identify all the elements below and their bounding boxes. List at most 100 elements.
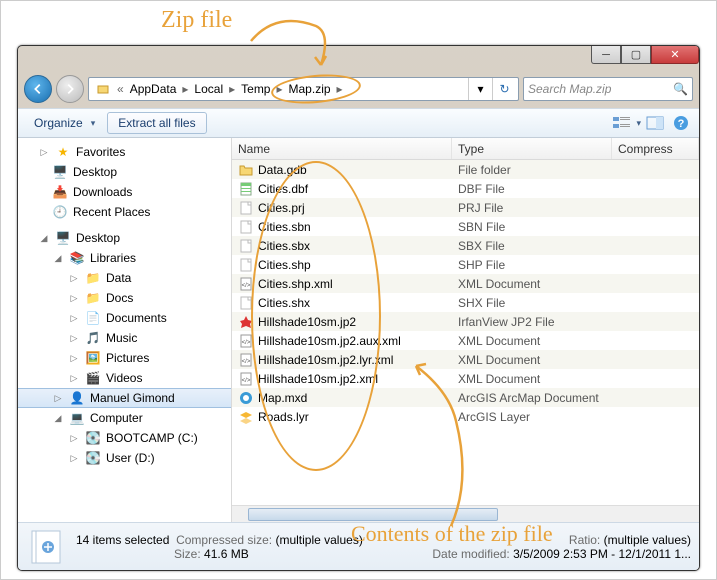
file-type: SHX File: [452, 296, 612, 310]
file-row[interactable]: Cities.sbnSBN File: [232, 217, 699, 236]
horizontal-scrollbar[interactable]: [232, 505, 699, 522]
file-name: Hillshade10sm.jp2.aux.xml: [258, 334, 401, 348]
nav-lib-data[interactable]: ▷📁Data: [18, 268, 231, 288]
nav-lib-videos[interactable]: ▷🎬Videos: [18, 368, 231, 388]
nav-fav-desktop[interactable]: 🖥️Desktop: [18, 162, 231, 182]
nav-drive-c[interactable]: ▷💽BOOTCAMP (C:): [18, 428, 231, 448]
file-icon: [238, 219, 254, 235]
file-type: ArcGIS Layer: [452, 410, 612, 424]
file-type: SBN File: [452, 220, 612, 234]
file-name: Cities.dbf: [258, 182, 308, 196]
file-row[interactable]: Cities.dbf DBF File: [232, 179, 699, 198]
nav-fav-downloads[interactable]: 📥Downloads: [18, 182, 231, 202]
details-date-label: Date modified:: [432, 547, 509, 561]
nav-favorites[interactable]: ▷★Favorites: [18, 142, 231, 162]
file-row[interactable]: Cities.sbxSBX File: [232, 236, 699, 255]
view-options-button[interactable]: [610, 111, 634, 135]
search-input[interactable]: Search Map.zip 🔍: [523, 77, 693, 101]
crumb-temp[interactable]: Temp: [237, 78, 274, 100]
explorer-window: ─ ▢ ✕ « AppData▸ Local▸ Temp▸ Map.zip▸ ▾…: [17, 45, 700, 571]
file-icon: [238, 181, 254, 197]
refresh-button[interactable]: ↻: [492, 77, 516, 101]
file-icon: [238, 409, 254, 425]
address-bar[interactable]: « AppData▸ Local▸ Temp▸ Map.zip▸ ▾ ↻: [88, 77, 519, 101]
file-row[interactable]: Map.mxd ArcGIS ArcMap Document: [232, 388, 699, 407]
file-row[interactable]: </>Cities.shp.xmlXML Document: [232, 274, 699, 293]
file-row[interactable]: Roads.lyrArcGIS Layer: [232, 407, 699, 426]
nav-lib-music[interactable]: ▷🎵Music: [18, 328, 231, 348]
col-name[interactable]: Name: [232, 138, 452, 159]
file-row[interactable]: Cities.prjPRJ File: [232, 198, 699, 217]
body: ▷★Favorites 🖥️Desktop 📥Downloads 🕘Recent…: [18, 138, 699, 522]
file-name: Cities.sbx: [258, 239, 310, 253]
file-type: SHP File: [452, 258, 612, 272]
nav-desktop[interactable]: ◢🖥️Desktop: [18, 228, 231, 248]
close-button[interactable]: ✕: [651, 46, 699, 64]
file-type: ArcGIS ArcMap Document: [452, 391, 612, 405]
svg-text:</>: </>: [242, 340, 251, 346]
search-icon: 🔍: [673, 82, 688, 96]
column-headers: Name Type Compress: [232, 138, 699, 160]
nav-lib-pictures[interactable]: ▷🖼️Pictures: [18, 348, 231, 368]
nav-user[interactable]: ▷👤Manuel Gimond: [18, 388, 231, 408]
crumb-appdata[interactable]: AppData: [126, 78, 181, 100]
file-list: Data.gdbFile folderCities.dbfDBF FileCit…: [232, 160, 699, 505]
file-type: XML Document: [452, 372, 612, 386]
back-button[interactable]: [24, 75, 52, 103]
forward-button[interactable]: [56, 75, 84, 103]
col-type[interactable]: Type: [452, 138, 612, 159]
annotation-zip-file: Zip file: [161, 7, 232, 34]
nav-drive-d[interactable]: ▷💽User (D:): [18, 448, 231, 468]
file-icon: </>: [238, 333, 254, 349]
file-row[interactable]: Hillshade10sm.jp2 IrfanView JP2 File: [232, 312, 699, 331]
toolbar: Organize Extract all files ▾ ?: [18, 108, 699, 138]
nav-lib-documents[interactable]: ▷📄Documents: [18, 308, 231, 328]
details-compsize-label: Compressed size:: [176, 533, 272, 547]
nav-lib-docs[interactable]: ▷📁Docs: [18, 288, 231, 308]
details-size-label: Size:: [174, 547, 201, 561]
file-name: Cities.shp: [258, 258, 311, 272]
search-placeholder: Search Map.zip: [528, 82, 611, 96]
svg-text:</>: </>: [242, 378, 251, 384]
help-button[interactable]: ?: [669, 111, 693, 135]
details-pane: 14 items selected Compressed size: (mult…: [18, 522, 699, 570]
svg-text:</>: </>: [242, 359, 251, 365]
minimize-button[interactable]: ─: [591, 46, 621, 64]
file-type: IrfanView JP2 File: [452, 315, 612, 329]
file-row[interactable]: </> Hillshade10sm.jp2.xml XML Document: [232, 369, 699, 388]
file-type: DBF File: [452, 182, 612, 196]
file-name: Cities.shx: [258, 296, 310, 310]
details-date-value: 3/5/2009 2:53 PM - 12/1/2011 1...: [513, 547, 691, 561]
col-compressed[interactable]: Compress: [612, 138, 699, 159]
file-name: Hillshade10sm.jp2.xml: [258, 372, 378, 386]
maximize-button[interactable]: ▢: [621, 46, 651, 64]
file-row[interactable]: </>Hillshade10sm.jp2.lyr.xmlXML Document: [232, 350, 699, 369]
extract-all-button[interactable]: Extract all files: [107, 112, 206, 134]
details-compsize-value: (multiple values): [275, 533, 362, 547]
file-name: Map.mxd: [258, 391, 307, 405]
file-type: XML Document: [452, 334, 612, 348]
file-row[interactable]: Data.gdbFile folder: [232, 160, 699, 179]
organize-button[interactable]: Organize: [24, 113, 105, 133]
nav-libraries[interactable]: ◢📚Libraries: [18, 248, 231, 268]
file-row[interactable]: </> Hillshade10sm.jp2.aux.xml XML Document: [232, 331, 699, 350]
file-row[interactable]: Cities.shp SHP File: [232, 255, 699, 274]
address-dropdown[interactable]: ▾: [468, 77, 492, 101]
navigation-pane: ▷★Favorites 🖥️Desktop 📥Downloads 🕘Recent…: [18, 138, 232, 522]
nav-fav-recent[interactable]: 🕘Recent Places: [18, 202, 231, 222]
preview-pane-button[interactable]: [643, 111, 667, 135]
details-size-value: 41.6 MB: [204, 547, 249, 561]
crumb-local[interactable]: Local: [190, 78, 227, 100]
crumb-mapzip[interactable]: Map.zip: [285, 78, 335, 100]
file-icon: [238, 295, 254, 311]
file-icon: [238, 390, 254, 406]
nav-computer[interactable]: ◢💻Computer: [18, 408, 231, 428]
file-row[interactable]: Cities.shx SHX File: [232, 293, 699, 312]
file-name: Hillshade10sm.jp2: [258, 315, 356, 329]
file-name: Cities.shp.xml: [258, 277, 333, 291]
file-icon: [238, 257, 254, 273]
file-icon: [238, 200, 254, 216]
file-icon: </>: [238, 371, 254, 387]
crumb-root[interactable]: [91, 78, 115, 100]
details-ratio-value: (multiple values): [604, 533, 691, 547]
